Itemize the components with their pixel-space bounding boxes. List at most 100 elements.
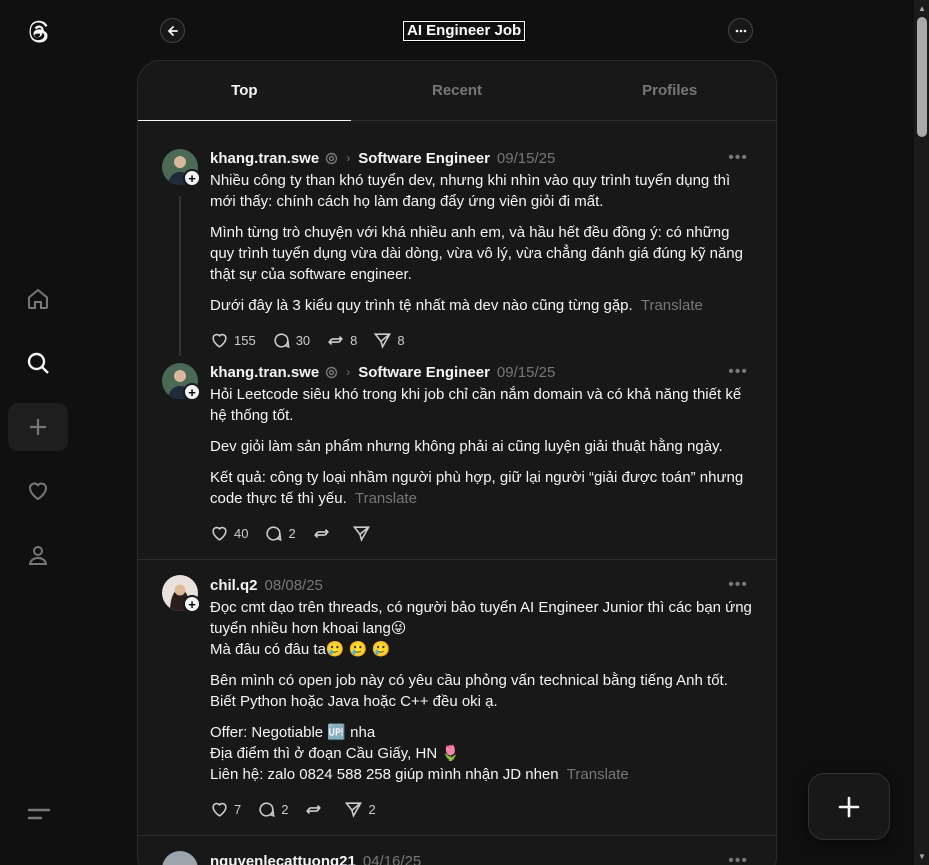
comment-icon bbox=[266, 525, 283, 541]
comment-icon bbox=[274, 332, 290, 348]
repost-icon bbox=[328, 335, 344, 345]
more-horizontal-icon bbox=[735, 29, 746, 32]
verified-badge-icon bbox=[326, 366, 338, 378]
thread-post[interactable]: + chil.q2 08/08/25 ••• Đọc cmt dạo trên … bbox=[138, 560, 776, 835]
results-tabs: Top Recent Profiles bbox=[138, 61, 776, 121]
username[interactable]: khang.tran.swe bbox=[210, 150, 319, 167]
repost-button[interactable] bbox=[304, 800, 328, 819]
post-date: 09/15/25 bbox=[496, 363, 556, 381]
post-text: Hỏi Leetcode siêu khó trong khi job chỉ … bbox=[210, 386, 742, 424]
tab-top[interactable]: Top bbox=[138, 61, 351, 120]
like-button[interactable]: 7 bbox=[210, 800, 241, 819]
menu-icon[interactable] bbox=[26, 806, 52, 822]
heart-icon bbox=[212, 526, 227, 541]
post-text: Nhiều công ty than khó tuyển dev, nhưng … bbox=[210, 172, 731, 210]
share-button[interactable]: 8 bbox=[373, 331, 405, 350]
like-button[interactable]: 155 bbox=[210, 331, 256, 350]
thread-connector bbox=[179, 196, 181, 356]
post-text: Offer: Negotiable 🆙 nha Địa điểm thì ở đo… bbox=[210, 724, 629, 783]
home-icon bbox=[28, 288, 48, 309]
post-date: 09/15/25 bbox=[496, 149, 556, 167]
thread-post[interactable]: nguyenlecattuong21 04/16/25 ••• bbox=[138, 836, 776, 865]
avatar[interactable]: + bbox=[162, 575, 202, 615]
post-more-icon[interactable]: ••• bbox=[728, 852, 748, 865]
post-date: 08/08/25 bbox=[264, 576, 323, 594]
search-results-feed: Top Recent Profiles + khang.tran.swe › S… bbox=[137, 60, 777, 865]
nav-create[interactable] bbox=[8, 403, 68, 451]
left-nav-rail bbox=[0, 0, 76, 865]
chevron-right-icon: › bbox=[346, 365, 351, 379]
post-text: Dưới đây là 3 kiểu quy trình tệ nhất mà … bbox=[210, 297, 703, 314]
like-button[interactable]: 40 bbox=[210, 524, 248, 543]
repost-button[interactable]: 8 bbox=[326, 331, 357, 350]
post-header: khang.tran.swe › Software Engineer 09/15… bbox=[210, 148, 752, 168]
translate-link[interactable]: Translate bbox=[641, 297, 703, 314]
follow-plus-icon[interactable]: + bbox=[183, 383, 201, 401]
heart-icon bbox=[212, 802, 227, 817]
verified-badge-icon bbox=[326, 152, 338, 164]
post-text: Mình từng trò chuyện với khá nhiều anh e… bbox=[210, 224, 743, 283]
username[interactable]: chil.q2 bbox=[210, 577, 258, 594]
send-icon bbox=[374, 332, 392, 349]
follow-plus-icon[interactable]: + bbox=[183, 169, 201, 187]
post-more-icon[interactable]: ••• bbox=[728, 363, 748, 381]
post-text: Đọc cmt dạo trên threads, có người bảo t… bbox=[210, 599, 752, 658]
chevron-right-icon: › bbox=[346, 151, 351, 165]
person-icon bbox=[28, 546, 48, 565]
create-post-button[interactable] bbox=[808, 773, 890, 840]
repost-icon bbox=[313, 528, 329, 538]
avatar-image bbox=[162, 851, 198, 865]
nav-home[interactable] bbox=[8, 275, 68, 323]
post-actions: 155 30 8 8 bbox=[210, 330, 752, 350]
post-more-icon[interactable]: ••• bbox=[728, 149, 748, 167]
post-header: nguyenlecattuong21 04/16/25 ••• bbox=[210, 851, 752, 865]
repost-icon bbox=[306, 804, 322, 814]
scroll-up-arrow-icon[interactable]: ▲ bbox=[917, 4, 927, 14]
back-button[interactable] bbox=[160, 18, 185, 43]
username[interactable]: khang.tran.swe bbox=[210, 364, 319, 381]
scrollbar-thumb[interactable] bbox=[917, 17, 927, 137]
share-button[interactable]: 2 bbox=[344, 800, 376, 819]
send-icon bbox=[352, 525, 370, 542]
topic-tag[interactable]: Software Engineer bbox=[358, 364, 490, 381]
reply-button[interactable]: 2 bbox=[264, 524, 296, 543]
post-header: khang.tran.swe › Software Engineer 09/15… bbox=[210, 362, 752, 382]
search-icon bbox=[27, 352, 49, 374]
repost-button[interactable] bbox=[312, 524, 336, 543]
post-header: chil.q2 08/08/25 ••• bbox=[210, 575, 752, 595]
avatar[interactable] bbox=[162, 851, 202, 865]
avatar[interactable]: + bbox=[162, 149, 202, 189]
arrow-left-icon bbox=[167, 25, 178, 36]
translate-link[interactable]: Translate bbox=[567, 766, 629, 783]
post-date: 04/16/25 bbox=[362, 852, 422, 865]
tab-recent[interactable]: Recent bbox=[351, 61, 564, 120]
scroll-down-arrow-icon[interactable]: ▼ bbox=[917, 852, 927, 862]
nav-search[interactable] bbox=[8, 339, 68, 387]
threads-logo-icon[interactable] bbox=[21, 16, 55, 50]
post-more-icon[interactable]: ••• bbox=[728, 576, 748, 594]
comment-icon bbox=[259, 801, 275, 817]
more-options-button[interactable] bbox=[728, 18, 753, 43]
reply-button[interactable]: 30 bbox=[272, 331, 310, 350]
reply-button[interactable]: 2 bbox=[257, 800, 288, 819]
post-actions: 7 2 2 bbox=[210, 799, 752, 819]
avatar[interactable]: + bbox=[162, 363, 202, 403]
topic-tag[interactable]: Software Engineer bbox=[358, 150, 490, 167]
follow-plus-icon[interactable]: + bbox=[183, 595, 201, 613]
thread-post[interactable]: + khang.tran.swe › Software Engineer 09/… bbox=[138, 121, 776, 356]
tab-profiles[interactable]: Profiles bbox=[563, 61, 776, 120]
post-text: Dev giỏi làm sản phẩm nhưng không phải a… bbox=[210, 438, 723, 455]
post-text: Bên mình có open job này có yêu cầu phỏn… bbox=[210, 672, 728, 710]
nav-profile[interactable] bbox=[8, 531, 68, 579]
page-title: AI Engineer Job bbox=[401, 20, 527, 42]
plus-icon bbox=[838, 796, 860, 817]
post-actions: 40 2 bbox=[210, 523, 752, 543]
thread-post[interactable]: + khang.tran.swe › Software Engineer 09/… bbox=[138, 350, 776, 559]
post-text: Kết quả: công ty loại nhầm người phù hợp… bbox=[210, 469, 744, 507]
nav-activity[interactable] bbox=[8, 467, 68, 515]
share-button[interactable] bbox=[352, 524, 376, 543]
username[interactable]: nguyenlecattuong21 bbox=[210, 853, 356, 865]
plus-icon bbox=[30, 419, 46, 435]
translate-link[interactable]: Translate bbox=[355, 490, 417, 507]
heart-icon bbox=[28, 482, 48, 501]
